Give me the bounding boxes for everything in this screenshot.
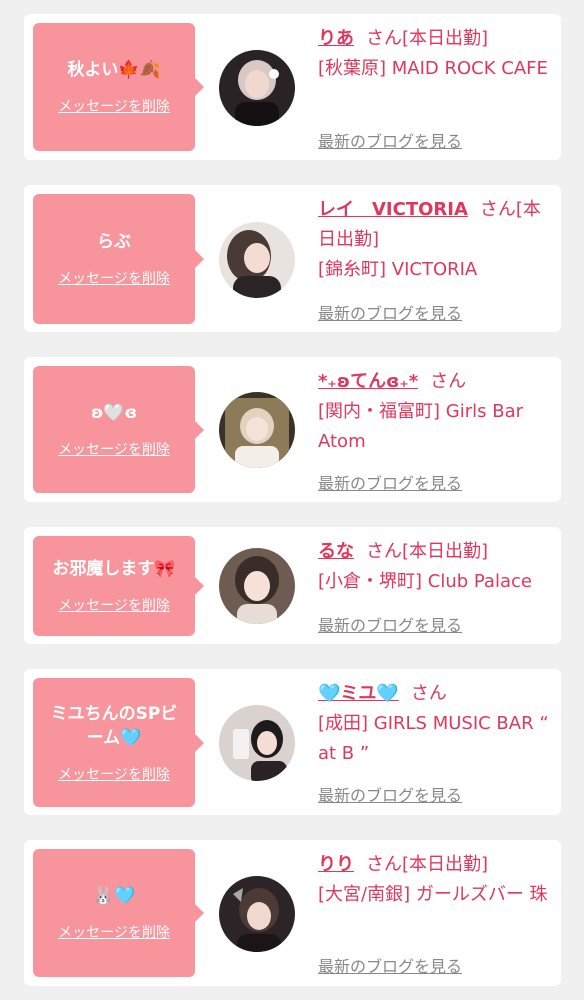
cast-info: りあ さん[本日出勤] [秋葉原] MAID ROCK CAFE [318, 24, 554, 84]
message-card: 秋よい🍁🍂 メッセージを削除 りあ さん[本日出勤] [秋葉原] MAID ROC… [24, 14, 561, 160]
cast-status: さん[本日出勤] [366, 854, 489, 875]
shop-name: [秋葉原] MAID ROCK CAFE [318, 58, 548, 79]
cast-name-link[interactable]: レイ VICTORIA [318, 199, 468, 220]
cast-info: るな さん[本日出勤] [小倉・堺町] Club Palace [318, 537, 554, 597]
message-bubble: ミユちんのSPビーム🩵 メッセージを削除 [33, 678, 204, 807]
cast-name-link[interactable]: りり [318, 854, 354, 875]
delete-message-link[interactable]: メッセージを削除 [58, 439, 170, 459]
latest-blog-link[interactable]: 最新のブログを見る [318, 300, 462, 324]
delete-message-link[interactable]: メッセージを削除 [58, 96, 170, 116]
message-text: ミユちんのSPビーム🩵 [50, 703, 178, 748]
cast-name-link[interactable]: *₊ʚてんɞ₊* [318, 371, 418, 392]
cast-name-link[interactable]: るな [318, 541, 354, 562]
latest-blog-link[interactable]: 最新のブログを見る [318, 128, 462, 152]
message-text: ʚ🤍ɞ [90, 402, 138, 423]
shop-name: [小倉・堺町] Club Palace [318, 571, 532, 592]
message-card: ʚ🤍ɞ メッセージを削除 *₊ʚてんɞ₊* さん [関内・福富町] Girls B… [24, 357, 561, 502]
message-card: お邪魔します🎀 メッセージを削除 るな さん[本日出勤] [小倉・堺町] Club… [24, 527, 561, 644]
message-card: らぶ メッセージを削除 レイ VICTORIA さん[本日出勤] [錦糸町] VI… [24, 185, 561, 332]
girl-photo-icon [219, 392, 295, 468]
latest-blog-link[interactable]: 最新のブログを見る [318, 782, 462, 806]
cast-status: さん[本日出勤] [366, 541, 489, 562]
girl-photo-icon [219, 548, 295, 624]
cast-name-line: レイ VICTORIA さん[本日出勤] [318, 195, 554, 255]
cast-status: さん[本日出勤] [366, 28, 489, 49]
delete-message-link[interactable]: メッセージを削除 [58, 764, 170, 784]
avatar[interactable] [219, 876, 295, 952]
cast-name-line: 🩵ミユ🩵 さん [318, 679, 554, 709]
avatar[interactable] [219, 548, 295, 624]
cast-name-link[interactable]: 🩵ミユ🩵 [318, 683, 399, 704]
cast-info: りり さん[本日出勤] [大宮/南銀] ガールズバー 珠 [318, 850, 554, 910]
delete-message-link[interactable]: メッセージを削除 [58, 268, 170, 288]
cast-info: 🩵ミユ🩵 さん [成田] GIRLS MUSIC BAR “ at B ” [318, 679, 554, 769]
girl-photo-icon [219, 222, 295, 298]
avatar[interactable] [219, 50, 295, 126]
avatar[interactable] [219, 705, 295, 781]
cast-name-line: りあ さん[本日出勤] [318, 24, 554, 54]
shop-name: [成田] GIRLS MUSIC BAR “ at B ” [318, 713, 549, 764]
message-text: 🐰🩵 [92, 886, 136, 906]
message-bubble: お邪魔します🎀 メッセージを削除 [33, 536, 204, 636]
message-bubble: らぶ メッセージを削除 [33, 194, 204, 324]
message-text: お邪魔します🎀 [52, 559, 176, 579]
message-list: 秋よい🍁🍂 メッセージを削除 りあ さん[本日出勤] [秋葉原] MAID ROC… [0, 0, 584, 1000]
message-text: 秋よい🍁🍂 [67, 60, 161, 80]
girl-photo-icon [219, 705, 295, 781]
latest-blog-link[interactable]: 最新のブログを見る [318, 612, 462, 636]
delete-message-link[interactable]: メッセージを削除 [58, 922, 170, 942]
latest-blog-link[interactable]: 最新のブログを見る [318, 470, 462, 494]
cast-name-line: るな さん[本日出勤] [318, 537, 554, 567]
cast-name-line: りり さん[本日出勤] [318, 850, 554, 880]
girl-photo-icon [219, 50, 295, 126]
message-bubble: ʚ🤍ɞ メッセージを削除 [33, 366, 204, 493]
message-text: らぶ [97, 232, 131, 252]
cast-name-line: *₊ʚてんɞ₊* さん [318, 367, 554, 397]
shop-name: [関内・福富町] Girls Bar Atom [318, 401, 523, 452]
cast-status: さん [430, 371, 467, 392]
message-bubble: 🐰🩵 メッセージを削除 [33, 849, 204, 977]
message-card: 🐰🩵 メッセージを削除 りり さん[本日出勤] [大宮/南銀] ガールズバー 珠 … [24, 840, 561, 986]
cast-status: さん [410, 683, 447, 704]
shop-name: [錦糸町] VICTORIA [318, 259, 478, 280]
message-card: ミユちんのSPビーム🩵 メッセージを削除 🩵ミユ🩵 さん [成田] GIRLS M… [24, 669, 561, 815]
shop-name: [大宮/南銀] ガールズバー 珠 [318, 884, 548, 905]
girl-photo-icon [219, 876, 295, 952]
message-bubble: 秋よい🍁🍂 メッセージを削除 [33, 23, 204, 151]
cast-name-link[interactable]: りあ [318, 28, 354, 49]
latest-blog-link[interactable]: 最新のブログを見る [318, 953, 462, 977]
avatar[interactable] [219, 222, 295, 298]
delete-message-link[interactable]: メッセージを削除 [58, 595, 170, 615]
cast-info: *₊ʚてんɞ₊* さん [関内・福富町] Girls Bar Atom [318, 367, 554, 457]
avatar[interactable] [219, 392, 295, 468]
cast-info: レイ VICTORIA さん[本日出勤] [錦糸町] VICTORIA [318, 195, 554, 285]
